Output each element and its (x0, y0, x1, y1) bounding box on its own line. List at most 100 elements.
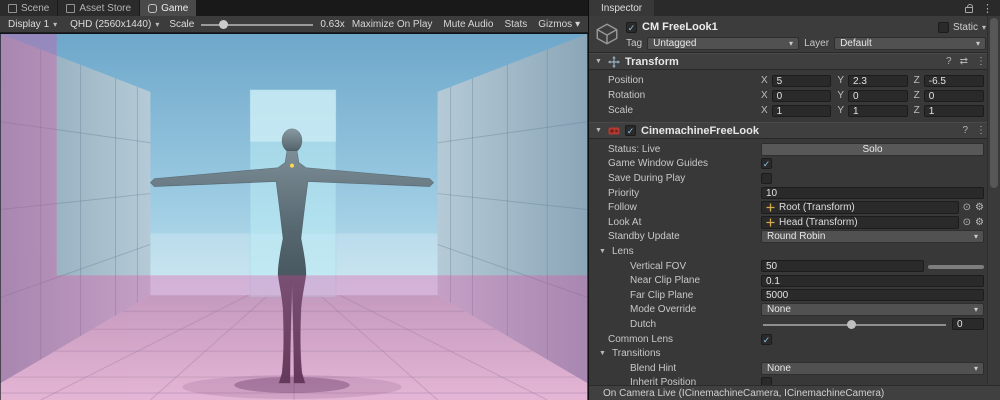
lookat-object-field[interactable]: Head (Transform) (761, 216, 959, 229)
object-picker-icon[interactable]: ⊙ (963, 216, 971, 229)
position-z-field[interactable]: -6.5 (924, 75, 984, 87)
rotation-x-field[interactable]: 0 (772, 90, 832, 102)
scale-x-field[interactable]: 1 (772, 105, 832, 117)
mode-override-dropdown[interactable]: None ▾ (761, 303, 984, 316)
layer-value: Default (840, 38, 872, 49)
menu-icon[interactable]: ⋮ (982, 2, 993, 15)
camera-status-text: On Camera Live (ICinemachineCamera, ICin… (603, 388, 884, 399)
preset-icon[interactable]: ⇄ (960, 56, 968, 67)
scale-slider-handle[interactable] (219, 20, 228, 29)
common-lens-checkbox[interactable]: ✓ (761, 334, 772, 345)
inspector-tab-bar: Inspector ⋮ (589, 0, 1000, 16)
scene-icon (8, 4, 17, 13)
tab-game[interactable]: Game (140, 0, 196, 16)
dutch-slider[interactable] (761, 318, 948, 331)
tag-value: Untagged (653, 38, 696, 49)
transform-header[interactable]: ▼ Transform ? ⇄ ⋮ (589, 53, 1000, 70)
axis-x-label: X (761, 90, 768, 101)
scale-label: Scale (608, 105, 761, 116)
position-x-field[interactable]: 5 (772, 75, 832, 87)
layer-dropdown[interactable]: Default ▾ (834, 37, 986, 50)
guides-checkbox[interactable]: ✓ (761, 158, 772, 169)
priority-field[interactable]: 10 (761, 187, 984, 199)
guides-label: Game Window Guides (608, 158, 761, 169)
foldout-icon[interactable]: ▼ (598, 248, 607, 255)
transform-icon (766, 203, 775, 212)
gear-icon[interactable]: ⚙ (975, 216, 984, 229)
tab-asset-store-label: Asset Store (79, 3, 131, 14)
axis-y-label: Y (837, 90, 844, 101)
help-icon[interactable]: ? (946, 56, 952, 67)
transitions-foldout-row[interactable]: ▼ Transitions (589, 346, 1000, 361)
resolution-dropdown[interactable]: QHD (2560x1440) ▾ (67, 17, 162, 32)
lookat-label: Look At (608, 217, 761, 228)
tab-asset-store[interactable]: Asset Store (58, 0, 139, 16)
menu-icon[interactable]: ⋮ (976, 125, 986, 136)
foldout-icon[interactable]: ▼ (598, 350, 607, 357)
scale-slider[interactable] (201, 17, 313, 32)
object-picker-icon[interactable]: ⊙ (963, 201, 971, 214)
foldout-icon[interactable]: ▼ (594, 127, 603, 134)
gear-icon[interactable]: ⚙ (975, 201, 984, 214)
gizmos-dropdown[interactable]: Gizmos ▾ (538, 19, 580, 30)
scale-y-field[interactable]: 1 (848, 105, 908, 117)
common-lens-label: Common Lens (608, 334, 761, 345)
help-icon[interactable]: ? (962, 125, 968, 136)
component-enabled-checkbox[interactable]: ✓ (625, 125, 636, 136)
display-dropdown[interactable]: Display 1 ▾ (5, 17, 60, 32)
far-clip-field[interactable]: 5000 (761, 289, 984, 301)
tag-dropdown[interactable]: Untagged ▾ (647, 37, 799, 50)
freelook-body: Status: Live Solo Game Window Guides ✓ S… (589, 139, 1000, 390)
tab-scene[interactable]: Scene (0, 0, 57, 16)
foldout-icon[interactable]: ▼ (594, 58, 603, 65)
chevron-down-icon: ▾ (53, 20, 57, 29)
rotation-z-field[interactable]: 0 (924, 90, 984, 102)
gameobject-header: ✓ CM FreeLook1 Static ▾ Tag Untagged ▾ L… (589, 16, 1000, 53)
solo-button[interactable]: Solo (761, 143, 984, 156)
lens-foldout-row[interactable]: ▼ Lens (589, 244, 1000, 259)
chevron-down-icon: ▾ (974, 305, 978, 314)
stats-button[interactable]: Stats (504, 19, 527, 30)
inspector-scrollbar[interactable] (987, 16, 1000, 385)
tab-scene-label: Scene (21, 3, 49, 14)
mute-audio-button[interactable]: Mute Audio (443, 19, 493, 30)
rotation-row: Rotation X0 Y0 Z0 (589, 88, 1000, 103)
blend-hint-value: None (767, 363, 791, 374)
follow-label: Follow (608, 202, 761, 213)
status-label: Status: Live (608, 144, 761, 155)
axis-z-label: Z (914, 90, 920, 101)
transform-header-icons: ? ⇄ ⋮ (946, 56, 986, 67)
scale-value: 0.63x (320, 19, 344, 30)
freelook-header[interactable]: ▼ ✓ CinemachineFreeLook ? ⋮ (589, 122, 1000, 139)
chevron-down-icon[interactable]: ▾ (982, 23, 986, 32)
position-y-field[interactable]: 2.3 (848, 75, 908, 87)
chevron-down-icon: ▾ (575, 19, 580, 30)
scale-z-field[interactable]: 1 (924, 105, 984, 117)
vfov-field[interactable]: 50 (761, 260, 924, 272)
mode-override-label: Mode Override (630, 304, 761, 315)
save-label: Save During Play (608, 173, 761, 184)
active-checkbox[interactable]: ✓ (626, 22, 637, 33)
menu-icon[interactable]: ⋮ (976, 56, 986, 67)
near-clip-field[interactable]: 0.1 (761, 275, 984, 287)
save-checkbox[interactable] (761, 173, 772, 184)
axis-z-label: Z (914, 75, 920, 86)
standby-dropdown[interactable]: Round Robin ▾ (761, 230, 984, 243)
dutch-slider-handle[interactable] (847, 320, 856, 329)
tab-inspector[interactable]: Inspector (589, 0, 654, 16)
blend-hint-dropdown[interactable]: None ▾ (761, 362, 984, 375)
vfov-slider[interactable] (928, 260, 984, 273)
follow-object-field[interactable]: Root (Transform) (761, 201, 959, 214)
game-viewport[interactable] (0, 34, 588, 400)
standby-update-row: Standby Update Round Robin ▾ (589, 230, 1000, 245)
rotation-y-field[interactable]: 0 (848, 90, 908, 102)
cinemachine-camera-icon (608, 125, 620, 137)
scrollbar-thumb[interactable] (990, 18, 998, 188)
static-checkbox[interactable] (938, 22, 949, 33)
asset-store-icon (66, 4, 75, 13)
lock-icon[interactable] (965, 7, 973, 13)
tag-label: Tag (626, 38, 642, 49)
maximize-on-play-button[interactable]: Maximize On Play (352, 19, 433, 30)
axis-x-label: X (761, 75, 768, 86)
dutch-field[interactable]: 0 (952, 318, 984, 330)
